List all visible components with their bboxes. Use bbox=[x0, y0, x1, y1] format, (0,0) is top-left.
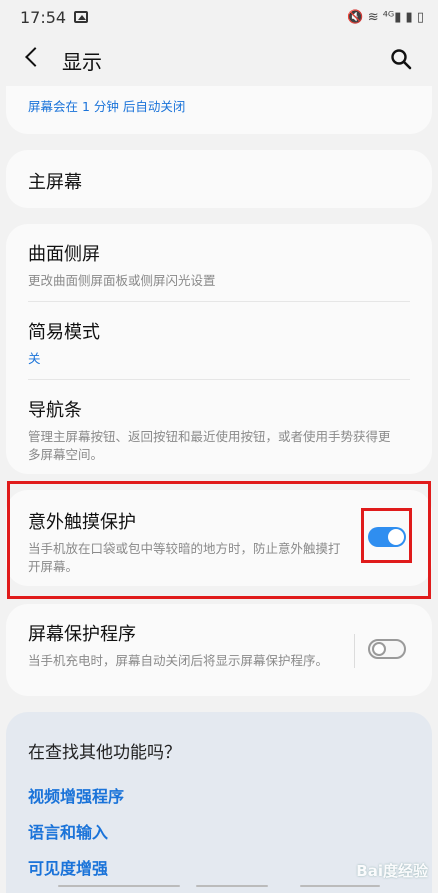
screen-saver-card[interactable]: 屏幕保护程序 当手机充电时，屏幕自动关闭后将显示屏幕保护程序。 bbox=[6, 604, 432, 696]
edge-screen-item[interactable]: 曲面侧屏 更改曲面侧屏面板或侧屏闪光设置 bbox=[6, 240, 432, 290]
status-time: 17:54 bbox=[20, 7, 67, 27]
search-icon[interactable] bbox=[390, 48, 412, 70]
status-icons: 🔇 ≋ ⁴ᴳ▮ ▮ ▯ bbox=[347, 9, 424, 25]
settings-group-card: 曲面侧屏 更改曲面侧屏面板或侧屏闪光设置 简易模式 关 导航条 管理主屏幕按钮、… bbox=[6, 224, 432, 474]
back-icon[interactable] bbox=[25, 47, 45, 67]
divider bbox=[28, 301, 410, 302]
page-title: 显示 bbox=[62, 50, 102, 74]
accidental-touch-card[interactable]: 意外触摸保护 当手机放在口袋或包中等较暗的地方时，防止意外触摸打开屏幕。 bbox=[6, 490, 432, 586]
easy-mode-value: 关 bbox=[28, 351, 41, 366]
nav-bar-subtitle: 管理主屏幕按钮、返回按钮和最近使用按钮，或者使用手势获得更多屏幕空间。 bbox=[28, 429, 391, 462]
toggle-divider bbox=[354, 634, 355, 668]
toggle-knob bbox=[388, 529, 404, 545]
link-language-input[interactable]: 语言和输入 bbox=[28, 819, 410, 843]
easy-mode-item[interactable]: 简易模式 关 bbox=[6, 318, 432, 368]
header: 显示 bbox=[0, 34, 438, 86]
link-video-enhancer[interactable]: 视频增强程序 bbox=[28, 783, 410, 807]
status-bar: 17:54 🔇 ≋ ⁴ᴳ▮ ▮ ▯ bbox=[0, 0, 438, 34]
system-nav-bar bbox=[0, 883, 438, 893]
screen-timeout-card[interactable]: 屏幕会在 1 分钟 后自动关闭 bbox=[6, 86, 432, 134]
nav-line bbox=[196, 885, 268, 887]
nav-bar-item[interactable]: 导航条 管理主屏幕按钮、返回按钮和最近使用按钮，或者使用手势获得更多屏幕空间。 bbox=[6, 396, 432, 464]
divider bbox=[28, 379, 410, 380]
home-screen-title: 主屏幕 bbox=[28, 172, 82, 193]
gallery-icon bbox=[74, 11, 89, 23]
screen-timeout-text: 屏幕会在 1 分钟 后自动关闭 bbox=[28, 99, 186, 114]
status-left: 17:54 bbox=[20, 7, 89, 27]
nav-line bbox=[58, 885, 180, 887]
screen-saver-subtitle: 当手机充电时，屏幕自动关闭后将显示屏幕保护程序。 bbox=[28, 653, 329, 668]
edge-screen-subtitle: 更改曲面侧屏面板或侧屏闪光设置 bbox=[28, 273, 216, 288]
link-visibility[interactable]: 可见度增强 bbox=[28, 855, 410, 879]
nav-line bbox=[300, 885, 380, 887]
watermark: Bai度经验 bbox=[356, 862, 428, 880]
accidental-touch-subtitle: 当手机放在口袋或包中等较暗的地方时，防止意外触摸打开屏幕。 bbox=[28, 541, 341, 574]
suggestions-title: 在查找其他功能吗？ bbox=[28, 743, 181, 763]
accidental-touch-toggle[interactable] bbox=[368, 527, 406, 547]
home-screen-card[interactable]: 主屏幕 bbox=[6, 150, 432, 208]
edge-screen-title: 曲面侧屏 bbox=[28, 244, 100, 265]
nav-bar-title: 导航条 bbox=[28, 400, 82, 421]
toggle-knob bbox=[372, 642, 386, 656]
status-indicators: 🔇 ≋ ⁴ᴳ▮ ▮ ▯ bbox=[347, 10, 424, 25]
easy-mode-title: 简易模式 bbox=[28, 322, 100, 343]
screen-saver-toggle[interactable] bbox=[368, 639, 406, 659]
